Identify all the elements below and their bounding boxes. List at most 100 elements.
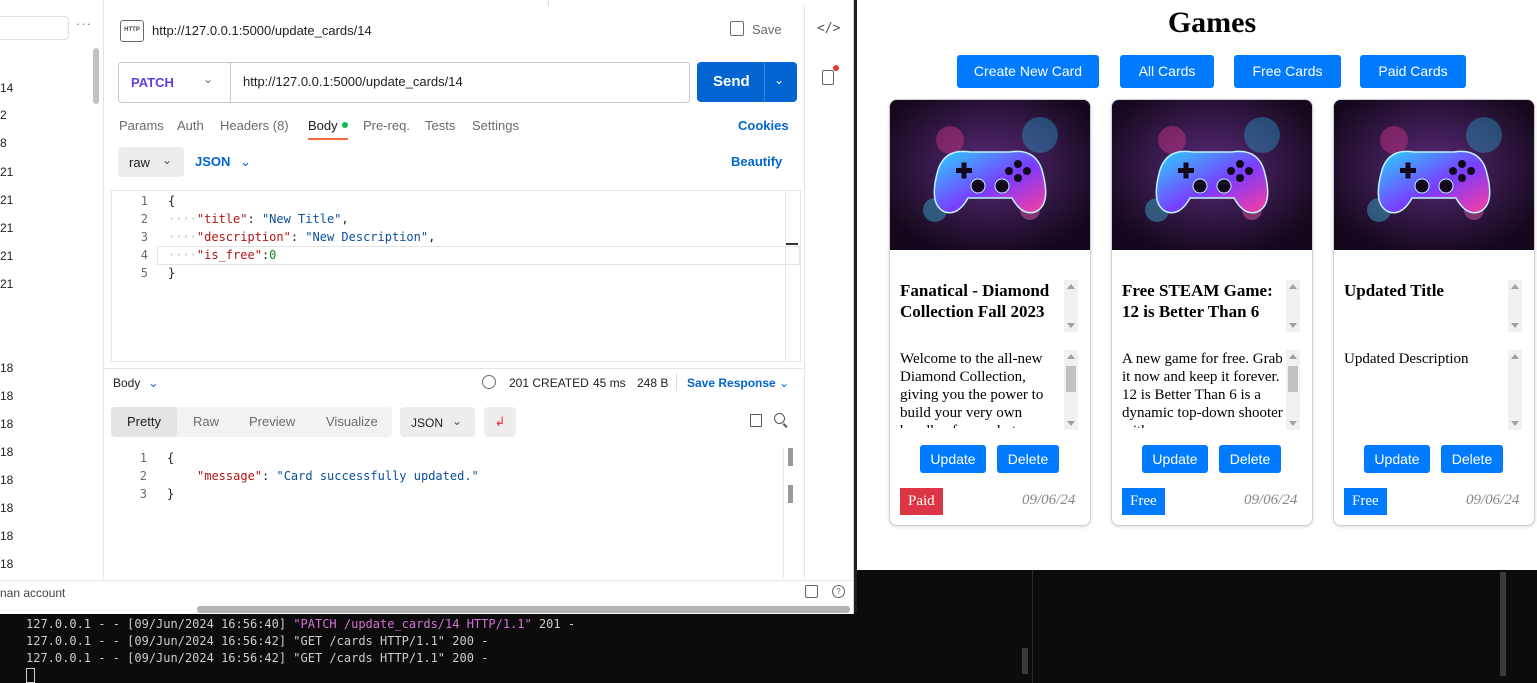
tab-headers[interactable]: Headers (8) — [220, 118, 289, 133]
sidebar-item-count[interactable]: 21 — [0, 165, 13, 179]
horizontal-scrollbar[interactable] — [197, 606, 850, 613]
delete-button[interactable]: Delete — [1219, 445, 1281, 473]
delete-button[interactable]: Delete — [997, 445, 1059, 473]
documentation-icon[interactable] — [822, 70, 834, 85]
card-description-scrollbar[interactable] — [1286, 350, 1300, 430]
tab-preview[interactable]: Preview — [249, 414, 295, 429]
url-bar: PATCH ⌄ http://127.0.0.1:5000/update_car… — [118, 62, 690, 103]
sidebar-item-count[interactable]: 14 — [0, 81, 13, 95]
collections-sidebar: ··· 14 2 8 21 21 21 21 21 18 18 18 18 18 18 18 18 — [0, 0, 104, 580]
terminal-scrollbar[interactable] — [1022, 648, 1028, 674]
search-icon[interactable] — [774, 413, 785, 424]
tab-pretty[interactable]: Pretty — [111, 407, 177, 437]
url-input[interactable]: http://127.0.0.1:5000/update_cards/14 — [243, 74, 463, 89]
copy-icon[interactable] — [750, 414, 762, 427]
response-body-select[interactable]: Body ⌄ — [113, 376, 158, 390]
terminal-divider — [1032, 570, 1033, 683]
terminal-line: 127.0.0.1 - - [09/Jun/2024 16:56:42] "GE… — [26, 634, 489, 648]
all-cards-button[interactable]: All Cards — [1120, 55, 1214, 88]
response-status: 201 CREATED — [509, 376, 589, 390]
terminal-cursor — [26, 668, 35, 683]
card-date: 09/06/24 — [1466, 492, 1520, 508]
sidebar-item-count[interactable]: 21 — [0, 221, 13, 235]
card-description-scrollbar[interactable] — [1064, 350, 1078, 430]
sidebar-item-count[interactable]: 18 — [0, 417, 13, 431]
tab-params[interactable]: Params — [119, 118, 164, 133]
tab-pre-request[interactable]: Pre-req. — [363, 118, 410, 133]
update-button[interactable]: Update — [1142, 445, 1208, 473]
card-date: 09/06/24 — [1244, 492, 1298, 508]
notification-dot — [833, 65, 839, 71]
sidebar-item-count[interactable]: 18 — [0, 445, 13, 459]
card-description: Welcome to the all-new Diamond Collectio… — [900, 351, 1044, 428]
sidebar-item-count[interactable]: 18 — [0, 389, 13, 403]
sidebar-item-count[interactable]: 21 — [0, 249, 13, 263]
tab-settings[interactable]: Settings — [472, 118, 519, 133]
delete-button[interactable]: Delete — [1441, 445, 1503, 473]
wrap-lines-icon[interactable]: ↲ — [484, 407, 516, 437]
sidebar-item-count[interactable]: 2 — [0, 108, 7, 122]
terminal-panel: 127.0.0.1 - - [09/Jun/2024 16:56:40] "PA… — [0, 612, 1537, 683]
game-card: Free STEAM Game: 12 is Better Than 6 A ne… — [1111, 99, 1313, 526]
send-button[interactable]: Send ⌄ — [697, 62, 797, 102]
price-badge: Paid — [900, 488, 943, 515]
gamepad-image — [1334, 100, 1534, 250]
page-title: Games — [1167, 6, 1257, 39]
response-size: 248 B — [637, 376, 669, 390]
save-response-button[interactable]: Save Response ⌄ — [687, 376, 789, 390]
chevron-down-icon: ⌄ — [162, 153, 173, 167]
globe-icon[interactable] — [482, 375, 496, 389]
save-button[interactable]: Save — [730, 21, 782, 37]
sidebar-item-count[interactable]: 18 — [0, 501, 13, 515]
code-snippet-icon[interactable]: </> — [817, 21, 840, 36]
price-badge: Free — [1344, 488, 1387, 515]
status-bar — [0, 580, 853, 606]
tab-tests[interactable]: Tests — [425, 118, 455, 133]
response-body-viewer: 1{2 "message": "Card successfully updated… — [139, 451, 479, 501]
request-title[interactable]: http://127.0.0.1:5000/update_cards/14 — [152, 23, 372, 38]
sidebar-item-count[interactable]: 21 — [0, 277, 13, 291]
card-title: Free STEAM Game: 12 is Better Than 6 — [1122, 281, 1273, 321]
create-card-button[interactable]: Create New Card — [957, 55, 1099, 88]
sidebar-item-count[interactable]: 21 — [0, 193, 13, 207]
help-icon[interactable]: ? — [832, 585, 845, 598]
chevron-down-icon[interactable]: ⌄ — [774, 73, 784, 87]
right-rail — [804, 6, 854, 580]
paid-cards-button[interactable]: Paid Cards — [1360, 55, 1466, 88]
sidebar-item-count[interactable]: 18 — [0, 557, 13, 571]
card-title-scrollbar[interactable] — [1508, 280, 1522, 332]
layout-icon[interactable] — [805, 585, 818, 598]
update-button[interactable]: Update — [1364, 445, 1430, 473]
tab-body[interactable]: Body — [308, 118, 348, 140]
free-cards-button[interactable]: Free Cards — [1234, 55, 1341, 88]
card-description-scrollbar[interactable] — [1508, 350, 1522, 430]
chevron-down-icon[interactable]: ⌄ — [203, 72, 213, 86]
more-options-icon[interactable]: ··· — [76, 16, 92, 31]
terminal-scrollbar[interactable] — [1500, 572, 1506, 676]
sidebar-account-text: nan account — [0, 586, 66, 600]
sidebar-scrollbar[interactable] — [93, 48, 99, 104]
cookies-link[interactable]: Cookies — [738, 118, 789, 133]
body-format-select[interactable]: JSON ⌄ — [195, 154, 251, 170]
sidebar-item-count[interactable]: 18 — [0, 529, 13, 543]
request-body-editor[interactable]: 1{2 ····"title": "New Title", 3 ····"descri… — [111, 190, 801, 362]
sidebar-search[interactable] — [0, 16, 69, 40]
response-format-select[interactable]: JSON ⌄ — [400, 407, 475, 437]
method-select[interactable]: PATCH — [131, 75, 174, 90]
tab-visualize[interactable]: Visualize — [326, 414, 378, 429]
editor-scrollbar[interactable] — [785, 191, 800, 361]
game-card: Updated Title Updated Description Update De… — [1333, 99, 1535, 526]
card-title-scrollbar[interactable] — [1064, 280, 1078, 332]
sidebar-item-count[interactable]: 8 — [0, 136, 7, 150]
tab-auth[interactable]: Auth — [177, 118, 204, 133]
tab-raw[interactable]: Raw — [193, 414, 219, 429]
card-title-scrollbar[interactable] — [1286, 280, 1300, 332]
gamepad-image — [1112, 100, 1312, 250]
sidebar-item-count[interactable]: 18 — [0, 473, 13, 487]
sidebar-item-count[interactable]: 18 — [0, 361, 13, 375]
http-request-icon: HTTP — [120, 20, 144, 42]
update-button[interactable]: Update — [920, 445, 986, 473]
body-mode-select[interactable]: raw ⌄ — [118, 147, 184, 177]
beautify-button[interactable]: Beautify — [731, 154, 782, 169]
price-badge: Free — [1122, 488, 1165, 515]
